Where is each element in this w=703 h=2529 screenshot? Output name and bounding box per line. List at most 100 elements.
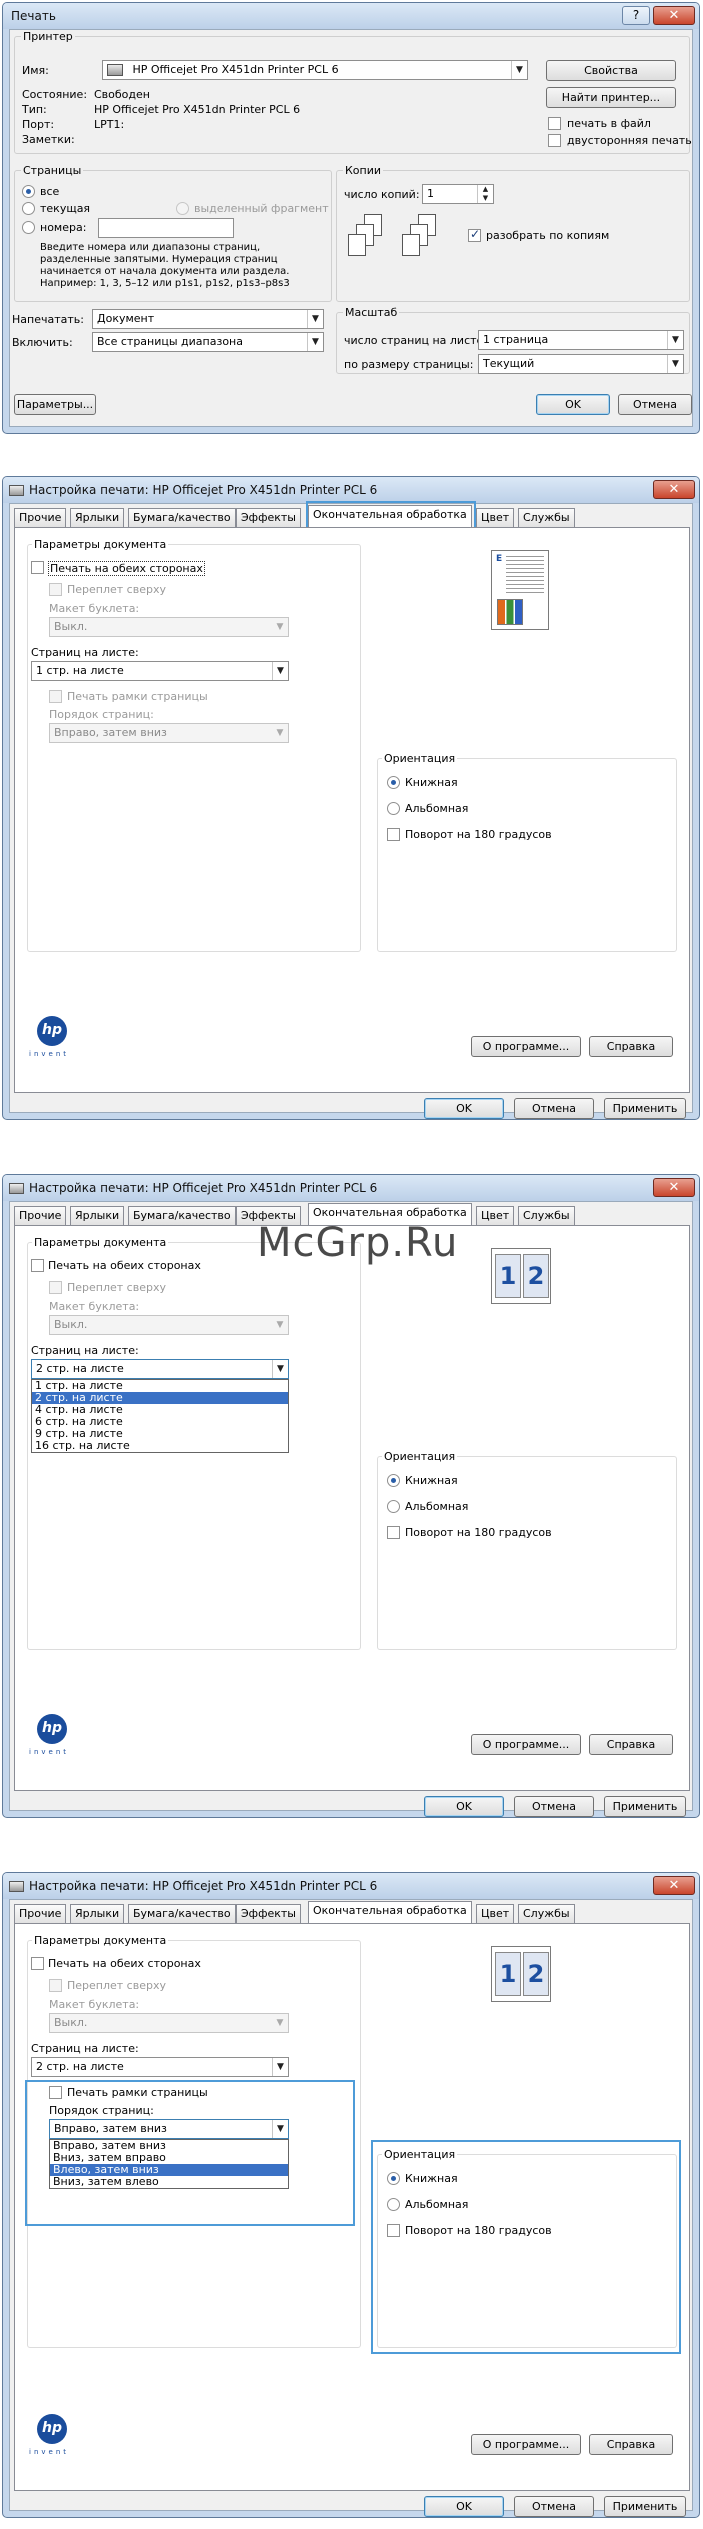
- rotate-checkbox[interactable]: [387, 1526, 400, 1539]
- help-button[interactable]: Справка: [589, 1734, 673, 1755]
- flip-up-checkbox[interactable]: [49, 1281, 62, 1294]
- rotate-label: Поворот на 180 градусов: [405, 2224, 552, 2237]
- tab-services[interactable]: Службы: [518, 1206, 575, 1225]
- page-borders-checkbox[interactable]: [49, 2086, 62, 2099]
- pages-per-sheet-select[interactable]: 1 страница ▼: [478, 330, 684, 350]
- status-label: Состояние:: [22, 88, 88, 101]
- pages-per-sheet-select[interactable]: 2 стр. на листе ▼: [31, 2057, 289, 2077]
- both-sides-checkbox[interactable]: [31, 1259, 44, 1272]
- tab-color[interactable]: Цвет: [476, 1904, 515, 1923]
- title-bar: Печать ? ✕: [3, 3, 699, 29]
- all-pages-radio[interactable]: [22, 185, 35, 198]
- pages-per-sheet-select[interactable]: 1 стр. на листе ▼: [31, 661, 289, 681]
- apply-button[interactable]: Применить: [604, 1796, 686, 1817]
- tab-other[interactable]: Прочие: [14, 1206, 67, 1225]
- current-page-radio[interactable]: [22, 202, 35, 215]
- tab-services[interactable]: Службы: [518, 1904, 575, 1923]
- about-button[interactable]: О программе...: [471, 1734, 581, 1755]
- both-sides-checkbox[interactable]: [31, 561, 44, 574]
- selection-radio[interactable]: [176, 202, 189, 215]
- printer-group-label: Принтер: [21, 30, 75, 43]
- scale-to-paper-select[interactable]: Текущий ▼: [478, 354, 684, 374]
- include-select[interactable]: Все страницы диапазона ▼: [92, 332, 324, 352]
- print-what-select[interactable]: Документ ▼: [92, 309, 324, 329]
- chevron-down-icon: ▼: [276, 622, 284, 632]
- page-borders-checkbox[interactable]: [49, 690, 62, 703]
- apply-button[interactable]: Применить: [604, 1098, 686, 1119]
- landscape-radio[interactable]: [387, 802, 400, 815]
- cancel-button[interactable]: Отмена: [514, 1796, 594, 1817]
- ok-button[interactable]: OK: [424, 2496, 504, 2517]
- flip-up-label: Переплет сверху: [67, 583, 166, 596]
- page-numbers-radio[interactable]: [22, 221, 35, 234]
- help-button[interactable]: ?: [622, 6, 650, 25]
- duplex-checkbox[interactable]: [548, 134, 561, 147]
- flip-up-checkbox[interactable]: [49, 583, 62, 596]
- hp-logo: hp invent: [29, 2414, 85, 2460]
- printer-icon: [9, 1183, 24, 1194]
- page-order-select[interactable]: Вправо, затем вниз ▼: [49, 2119, 289, 2139]
- tab-paper-quality[interactable]: Бумага/качество: [128, 1206, 236, 1225]
- landscape-radio[interactable]: [387, 2198, 400, 2211]
- portrait-label: Книжная: [405, 776, 458, 789]
- about-button[interactable]: О программе...: [471, 2434, 581, 2455]
- page-numbers-input[interactable]: [98, 218, 234, 238]
- dropdown-option[interactable]: 16 стр. на листе: [32, 1440, 288, 1452]
- tab-finishing[interactable]: Окончательная обработка: [308, 505, 472, 527]
- tab-other[interactable]: Прочие: [14, 1904, 67, 1923]
- tab-color[interactable]: Цвет: [476, 1206, 515, 1225]
- tab-finishing[interactable]: Окончательная обработка: [308, 1901, 472, 1923]
- options-button[interactable]: Параметры...: [14, 394, 96, 415]
- apply-button[interactable]: Применить: [604, 2496, 686, 2517]
- rotate-checkbox[interactable]: [387, 2224, 400, 2237]
- close-button[interactable]: ✕: [653, 1178, 695, 1197]
- portrait-radio[interactable]: [387, 776, 400, 789]
- rotate-checkbox[interactable]: [387, 828, 400, 841]
- ok-button[interactable]: OK: [536, 394, 610, 415]
- booklet-select[interactable]: Выкл. ▼: [49, 2013, 289, 2033]
- collate-label: разобрать по копиям: [486, 229, 610, 242]
- help-button[interactable]: Справка: [589, 2434, 673, 2455]
- booklet-select[interactable]: Выкл. ▼: [49, 617, 289, 637]
- tab-effects[interactable]: Эффекты: [236, 508, 301, 527]
- close-button[interactable]: ✕: [653, 480, 695, 499]
- cancel-button[interactable]: Отмена: [514, 2496, 594, 2517]
- tab-effects[interactable]: Эффекты: [236, 1904, 301, 1923]
- help-button[interactable]: Справка: [589, 1036, 673, 1057]
- tab-shortcuts[interactable]: Ярлыки: [70, 1904, 125, 1923]
- collate-checkbox[interactable]: [468, 227, 481, 242]
- portrait-radio[interactable]: [387, 1474, 400, 1487]
- close-button[interactable]: ✕: [653, 1876, 695, 1895]
- tab-shortcuts[interactable]: Ярлыки: [70, 508, 125, 527]
- tab-other[interactable]: Прочие: [14, 508, 67, 527]
- landscape-radio[interactable]: [387, 1500, 400, 1513]
- tab-shortcuts[interactable]: Ярлыки: [70, 1206, 125, 1225]
- page-order-select[interactable]: Вправо, затем вниз ▼: [49, 723, 289, 743]
- tab-paper-quality[interactable]: Бумага/качество: [128, 508, 236, 527]
- find-printer-button[interactable]: Найти принтер...: [546, 87, 676, 108]
- chevron-down-icon: ▼: [272, 2120, 288, 2138]
- about-button[interactable]: О программе...: [471, 1036, 581, 1057]
- tab-color[interactable]: Цвет: [476, 508, 515, 527]
- print-to-file-checkbox[interactable]: [548, 117, 561, 130]
- copies-spinner[interactable]: 1 ▲ ▼: [422, 184, 494, 204]
- pages-per-sheet-select[interactable]: 2 стр. на листе ▼: [31, 1359, 289, 1379]
- portrait-radio[interactable]: [387, 2172, 400, 2185]
- close-button[interactable]: ✕: [653, 6, 695, 25]
- chevron-down-icon: ▼: [276, 2018, 284, 2028]
- printer-name-select[interactable]: HP Officejet Pro X451dn Printer PCL 6 ▼: [102, 60, 528, 80]
- cancel-button[interactable]: Отмена: [618, 394, 692, 415]
- properties-button[interactable]: Свойства: [546, 60, 676, 81]
- ok-button[interactable]: OK: [424, 1098, 504, 1119]
- tab-paper-quality[interactable]: Бумага/качество: [128, 1904, 236, 1923]
- status-value: Свободен: [94, 88, 150, 101]
- flip-up-checkbox[interactable]: [49, 1979, 62, 1992]
- both-sides-checkbox[interactable]: [31, 1957, 44, 1970]
- pages-group-label: Страницы: [21, 164, 84, 177]
- cancel-button[interactable]: Отмена: [514, 1098, 594, 1119]
- ok-button[interactable]: OK: [424, 1796, 504, 1817]
- tab-services[interactable]: Службы: [518, 508, 575, 527]
- dropdown-option[interactable]: Вниз, затем влево: [50, 2176, 288, 2188]
- pages-per-sheet-label: Страниц на листе:: [31, 2042, 139, 2055]
- booklet-select[interactable]: Выкл. ▼: [49, 1315, 289, 1335]
